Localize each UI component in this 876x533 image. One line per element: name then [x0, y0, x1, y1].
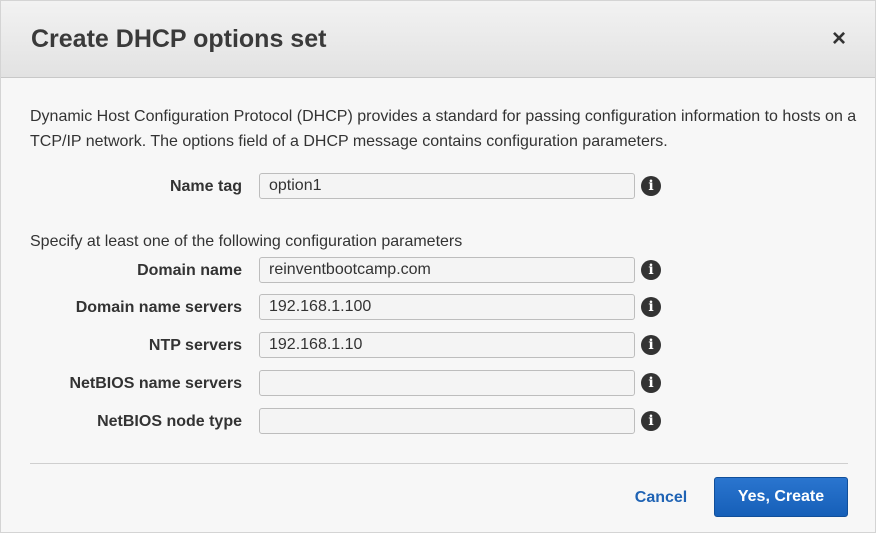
name-tag-input[interactable] — [259, 173, 635, 199]
domain-name-servers-label: Domain name servers — [75, 299, 242, 316]
footer-divider — [30, 463, 848, 464]
netbios-node-type-row: NetBIOS node type i — [1, 408, 876, 436]
netbios-node-type-input[interactable] — [259, 408, 635, 434]
dialog-title: Create DHCP options set — [31, 25, 327, 53]
close-icon[interactable]: × — [827, 25, 851, 53]
yes-create-button[interactable]: Yes, Create — [714, 477, 848, 517]
create-dhcp-dialog: Create DHCP options set × Dynamic Host C… — [0, 0, 876, 533]
name-tag-row: Name tag i — [1, 173, 876, 201]
parameters-hint: Specify at least one of the following co… — [30, 233, 463, 250]
dialog-description: Dynamic Host Configuration Protocol (DHC… — [30, 108, 857, 150]
netbios-name-servers-input[interactable] — [259, 370, 635, 396]
netbios-node-type-label: NetBIOS node type — [97, 413, 242, 430]
dialog-header: Create DHCP options set × — [1, 1, 875, 78]
ntp-servers-row: NTP servers i — [1, 332, 876, 360]
info-icon[interactable]: i — [641, 373, 661, 393]
info-icon[interactable]: i — [641, 297, 661, 317]
info-icon[interactable]: i — [641, 260, 661, 280]
ntp-servers-label: NTP servers — [148, 337, 242, 354]
info-icon[interactable]: i — [641, 335, 661, 355]
info-icon[interactable]: i — [641, 176, 661, 196]
netbios-name-servers-row: NetBIOS name servers i — [1, 370, 876, 398]
ntp-servers-input[interactable] — [259, 332, 635, 358]
cancel-button[interactable]: Cancel — [621, 486, 701, 510]
name-tag-label: Name tag — [169, 178, 242, 195]
info-icon[interactable]: i — [641, 411, 661, 431]
netbios-name-servers-label: NetBIOS name servers — [69, 375, 242, 392]
domain-name-row: Domain name i — [1, 257, 876, 285]
domain-name-input[interactable] — [259, 257, 635, 283]
domain-name-servers-input[interactable] — [259, 294, 635, 320]
domain-name-servers-row: Domain name servers i — [1, 294, 876, 322]
domain-name-label: Domain name — [137, 262, 242, 279]
